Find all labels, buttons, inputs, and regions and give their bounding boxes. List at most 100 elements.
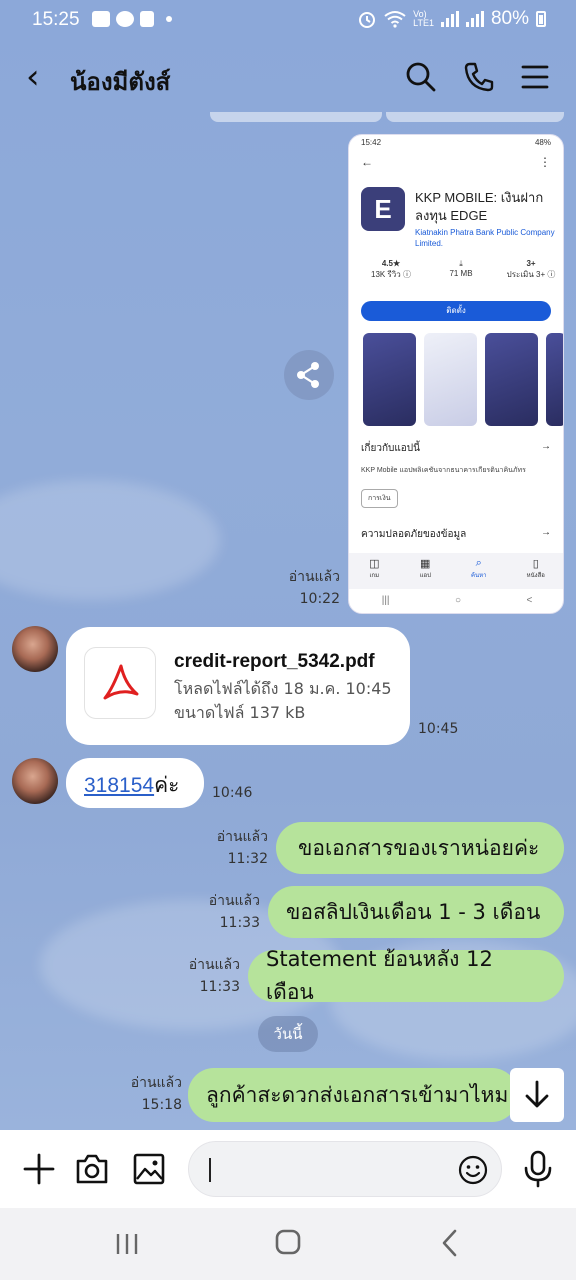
avatar[interactable] [12, 626, 58, 672]
read-receipt: อ่านแล้ว [188, 957, 240, 973]
read-receipt: อ่านแล้ว [208, 893, 260, 909]
app-screenshot-thumb [363, 333, 416, 426]
chat-title: น้องมีตังส์ [70, 68, 171, 96]
app-name: KKP MOBILE: เงินฝาก ลงทุน EDGE [415, 190, 544, 223]
outgoing-message[interactable]: ขอสลิปเงินเดือน 1 - 3 เดือน [268, 886, 564, 938]
message-meta: อ่านแล้ว 11:33 [192, 890, 260, 934]
home-icon[interactable] [274, 1228, 302, 1256]
text-cursor [209, 1158, 211, 1182]
safety-title: ความปลอดภัยของข้อมูล [361, 529, 467, 540]
notification-icons [92, 11, 172, 27]
microphone-icon[interactable] [522, 1150, 554, 1188]
image-back-icon: ← [361, 155, 373, 169]
message-text: ค่ะ [154, 773, 180, 797]
gamepad-icon: ◫ [369, 558, 380, 570]
battery-percent: 80% [490, 8, 529, 29]
arrow-down-icon [525, 1080, 549, 1108]
camera-icon[interactable] [74, 1152, 110, 1186]
status-bar: 15:25 Vo) LTE1 80% [0, 0, 576, 40]
safety-row: ความปลอดภัยของข้อมูล → [361, 527, 551, 542]
store-nav-apps: ▦ แอป [419, 558, 431, 579]
read-receipt: อ่านแล้ว [288, 569, 340, 585]
app-screenshot-thumb [424, 333, 477, 426]
arrow-right-icon: → [541, 441, 551, 452]
play-icon [140, 11, 154, 27]
previous-image-bubble[interactable] [210, 112, 382, 122]
call-icon[interactable] [462, 60, 496, 94]
phone-number-link[interactable]: 318154 [84, 774, 154, 797]
code-message[interactable]: 318154ค่ะ [66, 758, 204, 808]
back-icon[interactable]: ‹ [26, 60, 40, 94]
status-time: 15:25 [32, 9, 80, 30]
outgoing-message[interactable]: Statement ย้อนหลัง 12 เดือน [248, 947, 564, 1004]
image-battery: 48% [534, 138, 551, 147]
menu-icon[interactable] [518, 60, 552, 94]
cloud-decoration [0, 480, 220, 600]
app-rating: 4.5★ [381, 259, 401, 268]
install-button: ติดตั้ง [361, 301, 551, 321]
read-receipt: อ่านแล้ว [216, 829, 268, 845]
image-nav: ← ⋮ [349, 151, 563, 177]
app-age-label: ประเมิน 3+ ⓘ [506, 270, 556, 279]
file-meta: โหลดไฟล์ได้ถึง 18 ม.ค. 10:45 ขนาดไฟล์ 13… [174, 677, 392, 725]
image-message-meta: อ่านแล้ว 10:22 [280, 566, 340, 610]
message-meta: อ่านแล้ว 11:33 [172, 954, 240, 998]
book-icon: ▯ [532, 558, 539, 570]
message-time: 10:46 [212, 785, 253, 801]
message-time: 11:33 [219, 915, 260, 931]
emoji-icon[interactable] [457, 1154, 489, 1186]
avatar[interactable] [12, 758, 58, 804]
image-system-nav: ||| ○ < [381, 595, 533, 606]
file-message[interactable]: credit-report_5342.pdf โหลดไฟล์ได้ถึง 18… [66, 627, 410, 745]
search-icon[interactable] [404, 60, 438, 94]
app-screenshots [363, 333, 563, 426]
app-age-rating: 3+ [526, 259, 536, 268]
apps-icon: ▦ [420, 558, 431, 570]
signal-icon [465, 11, 484, 27]
scroll-down-button[interactable] [510, 1068, 564, 1122]
back-nav-icon[interactable] [438, 1228, 462, 1258]
system-nav-bar [0, 1208, 576, 1280]
message-time: 11:33 [199, 979, 240, 995]
message-input[interactable] [188, 1141, 502, 1197]
outgoing-message[interactable]: ขอเอกสารของเราหน่อยค่ะ [276, 822, 564, 874]
image-message[interactable]: 15:42 48% ← ⋮ E KKP MOBILE: เงินฝาก ลงทุน… [348, 134, 564, 614]
plus-icon[interactable] [22, 1152, 56, 1186]
download-icon: ⤓ [459, 259, 463, 268]
message-time: 10:45 [418, 721, 459, 737]
signal-icon [440, 11, 459, 27]
battery-icon [536, 11, 546, 27]
category-chip: การเงิน [361, 489, 398, 508]
file-name: credit-report_5342.pdf [174, 651, 375, 672]
app-developer: Kiatnakin Phatra Bank Public Company Lim… [415, 228, 555, 248]
read-receipt: อ่านแล้ว [130, 1075, 182, 1091]
chat-header: ‹ น้องมีตังส์ [0, 40, 576, 116]
arrow-right-icon: → [541, 527, 551, 538]
app-screenshot-thumb [485, 333, 538, 426]
image-more-icon: ⋮ [539, 155, 551, 169]
app-reviews: 13K รีวิว ⓘ [371, 270, 411, 279]
gallery-icon [92, 11, 110, 27]
system-icons: Vo) LTE1 80% [357, 8, 546, 30]
previous-image-bubble[interactable] [386, 112, 564, 122]
recent-apps-icon[interactable] [114, 1232, 140, 1256]
pdf-icon [84, 647, 156, 719]
message-meta: อ่านแล้ว 11:32 [200, 826, 268, 870]
app-size: 71 MB [449, 269, 473, 278]
image-status-bar: 15:42 48% [349, 135, 563, 151]
about-title: เกี่ยวกับแอปนี้ [361, 443, 420, 454]
outgoing-message[interactable]: ลูกค้าสะดวกส่งเอกสารเข้ามาไหม [188, 1068, 518, 1122]
search-icon: ⌕ [475, 557, 482, 569]
store-nav-search: ⌕ ค้นหา [471, 557, 487, 579]
file-size: ขนาดไฟล์ 137 kB [174, 703, 306, 722]
share-button[interactable] [284, 350, 334, 400]
image-status-time: 15:42 [361, 138, 382, 147]
message-time: 11:32 [227, 851, 268, 867]
image-icon[interactable] [132, 1152, 166, 1186]
message-input-bar [0, 1130, 576, 1208]
app-screenshot-thumb [546, 333, 563, 426]
store-nav-games: ◫ เกม [369, 558, 380, 579]
app-stats: 4.5★ 13K รีวิว ⓘ ⤓ 71 MB 3+ ประเมิน 3+ ⓘ [361, 259, 561, 281]
store-nav-books: ▯ หนังสือ [526, 558, 545, 579]
about-row: เกี่ยวกับแอปนี้ → [361, 441, 551, 456]
